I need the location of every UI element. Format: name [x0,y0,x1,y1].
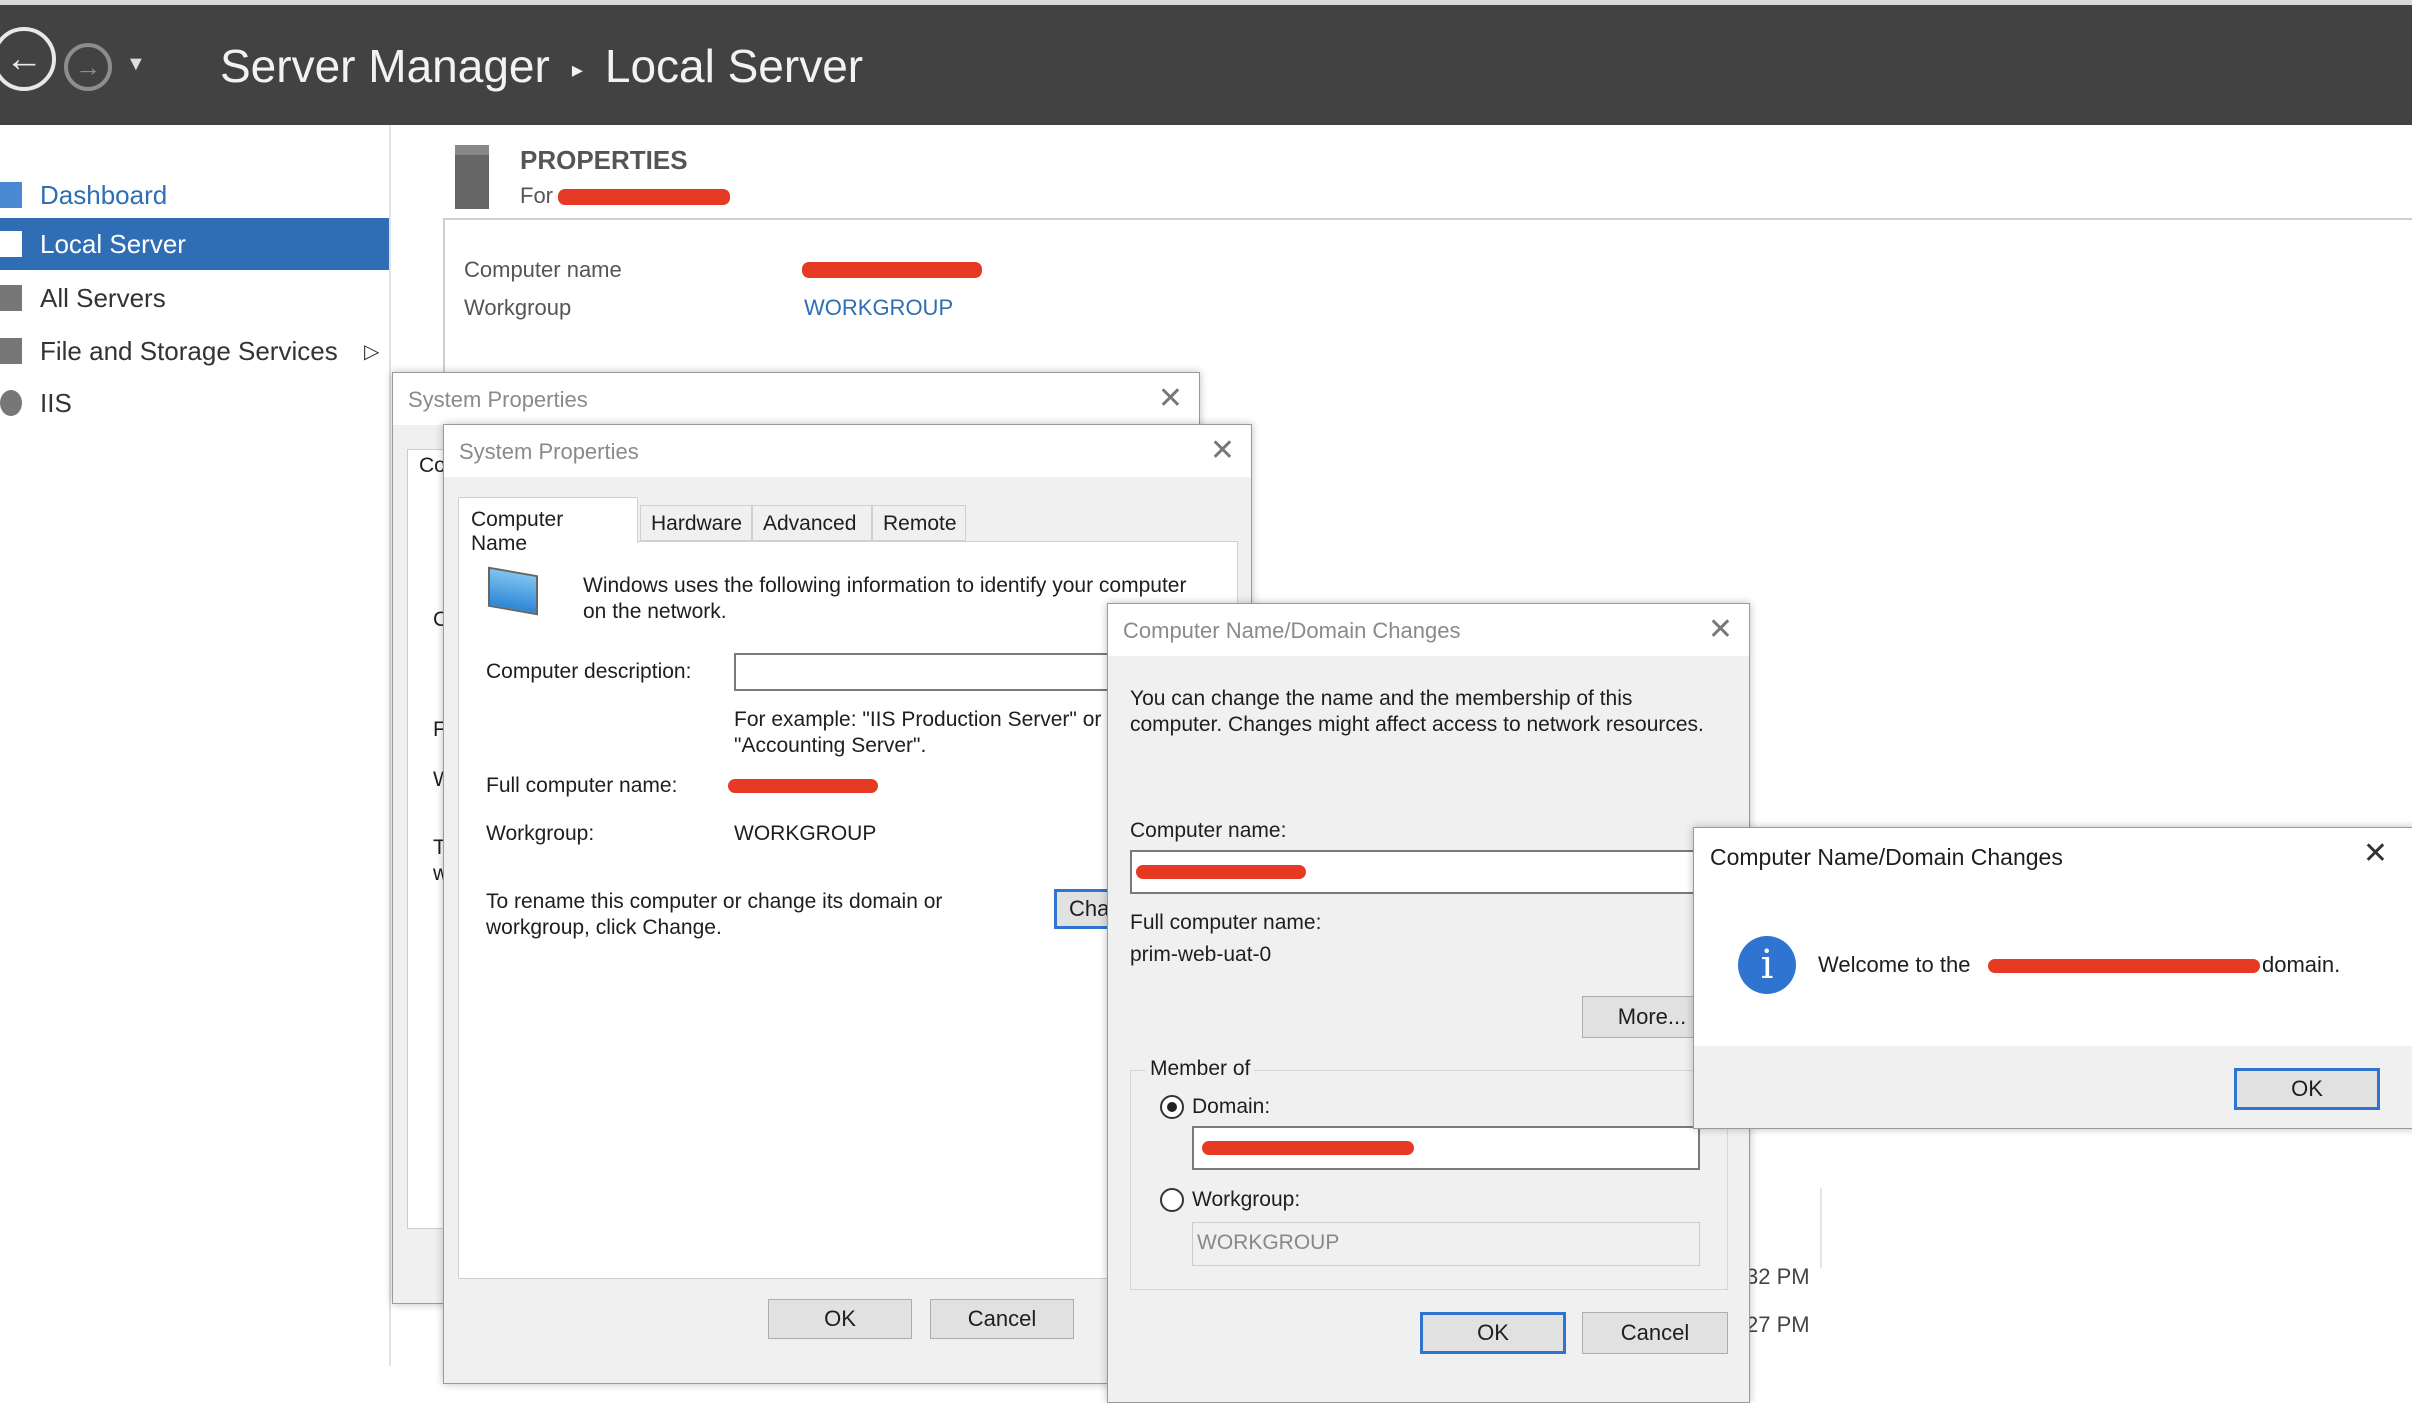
properties-title: PROPERTIES [520,145,688,175]
dialog-title: System Properties [459,439,639,464]
intro-text: computer. Changes might affect access to… [1130,713,1704,736]
workgroup-label: Workgroup: [486,822,595,845]
ok-button[interactable]: OK [2234,1068,2380,1110]
breadcrumb-app[interactable]: Server Manager [220,40,550,92]
tab-computer-name[interactable]: Computer Name [458,497,638,555]
close-icon[interactable]: ✕ [1708,612,1733,647]
computer-name-label: Computer name: [1130,819,1287,842]
close-icon[interactable]: ✕ [1158,381,1183,416]
rename-text: workgroup, click Change. [486,916,722,939]
divider [1820,1188,1822,1268]
full-name-label: Full computer name: [486,774,678,797]
computer-icon [488,566,538,616]
message-prefix: Welcome to the [1818,952,1971,977]
dialog-titlebar: System Properties ✕ [444,425,1251,477]
workgroup-radio[interactable] [1160,1188,1184,1212]
label: Local Server [40,228,186,259]
intro-text: You can change the name and the membersh… [1130,687,1633,710]
dialog-titlebar: System Properties ✕ [393,373,1199,425]
cancel-button[interactable]: Cancel [930,1299,1074,1339]
redaction [1202,1141,1414,1155]
breadcrumb-page: Local Server [604,40,864,92]
ok-button[interactable]: OK [768,1299,912,1339]
expand-arrow-icon[interactable]: ▷ [364,339,379,364]
history-dropdown-icon[interactable]: ▼ [126,53,146,76]
sidebar-item-all-servers[interactable]: All Servers [0,272,389,324]
intro-text: Windows uses the following information t… [583,574,1187,597]
intro-text: on the network. [583,600,727,623]
close-icon[interactable]: ✕ [1210,433,1235,468]
title-bar: ← → ▼ Server Manager ▸ Local Server [0,0,2412,125]
sidebar-item-dashboard[interactable]: Dashboard [0,169,389,221]
full-name-value: prim-web-uat-0 [1130,943,1272,966]
cancel-button[interactable]: Cancel [1582,1312,1728,1354]
rename-text: To rename this computer or change its do… [486,890,943,913]
description-label: Computer description: [486,660,692,683]
computer-name-label: Computer name [464,257,622,282]
label: Dashboard [40,179,168,210]
tab-hardware[interactable]: Hardware [640,505,752,541]
computer-name-domain-dialog: Computer Name/Domain Changes ✕ You can ch… [1107,603,1770,1403]
label: IIS [40,387,72,418]
workgroup-label: Workgroup: [1192,1188,1301,1211]
domain-radio[interactable] [1160,1095,1184,1119]
redaction [558,189,730,205]
partial-text: Co [419,454,446,477]
tab-remote[interactable]: Remote [872,505,966,541]
redaction [1136,865,1306,879]
example-text: "Accounting Server". [734,734,927,757]
iis-icon [0,390,22,416]
sidebar-item-iis[interactable]: IIS [0,377,389,429]
ok-button[interactable]: OK [1420,1312,1566,1354]
info-icon: i [1738,936,1796,994]
message-suffix: domain. [2262,952,2341,977]
dashboard-icon [0,182,22,208]
dialog-titlebar: Computer Name/Domain Changes ✕ [1108,604,1749,656]
timestamp: 32 PM [1746,1264,1810,1289]
domain-label: Domain: [1192,1095,1271,1118]
label: All Servers [40,282,166,313]
workgroup-label: Workgroup [464,295,572,320]
storage-icon [0,338,22,364]
dialog-title: Computer Name/Domain Changes [1710,844,2063,870]
workgroup-link[interactable]: WORKGROUP [804,295,953,321]
welcome-message-box: Computer Name/Domain Changes ✕ i Welcome… [1693,827,2412,1129]
tab-advanced[interactable]: Advanced [752,505,872,541]
redaction [1988,959,2260,973]
workgroup-value: WORKGROUP [734,822,877,845]
example-text: For example: "IIS Production Server" or [734,708,1102,731]
server-icon [0,231,22,257]
servers-icon [0,285,22,311]
back-button[interactable]: ← [0,27,56,91]
properties-for: For [520,183,553,208]
close-icon[interactable]: ✕ [2363,836,2388,871]
sidebar-item-local-server[interactable]: Local Server [0,218,389,270]
timestamp: 27 PM [1746,1312,1810,1337]
forward-button[interactable]: → [64,43,112,91]
breadcrumb-separator-icon: ▸ [571,56,583,82]
server-icon [455,145,489,209]
sidebar: Dashboard Local Server All Servers File … [0,125,391,1366]
label: File and Storage Services [40,335,338,366]
member-of-label: Member of [1146,1056,1255,1082]
computer-description-input[interactable] [734,653,1134,691]
dialog-title: Computer Name/Domain Changes [1123,618,1461,643]
redaction [802,262,982,278]
breadcrumb: Server Manager ▸ Local Server [220,39,863,93]
full-name-label: Full computer name: [1130,911,1322,934]
redaction [728,779,878,793]
dialog-title: System Properties [408,387,588,412]
sidebar-item-file-storage[interactable]: File and Storage Services ▷ [0,325,389,377]
workgroup-input: WORKGROUP [1192,1222,1700,1266]
